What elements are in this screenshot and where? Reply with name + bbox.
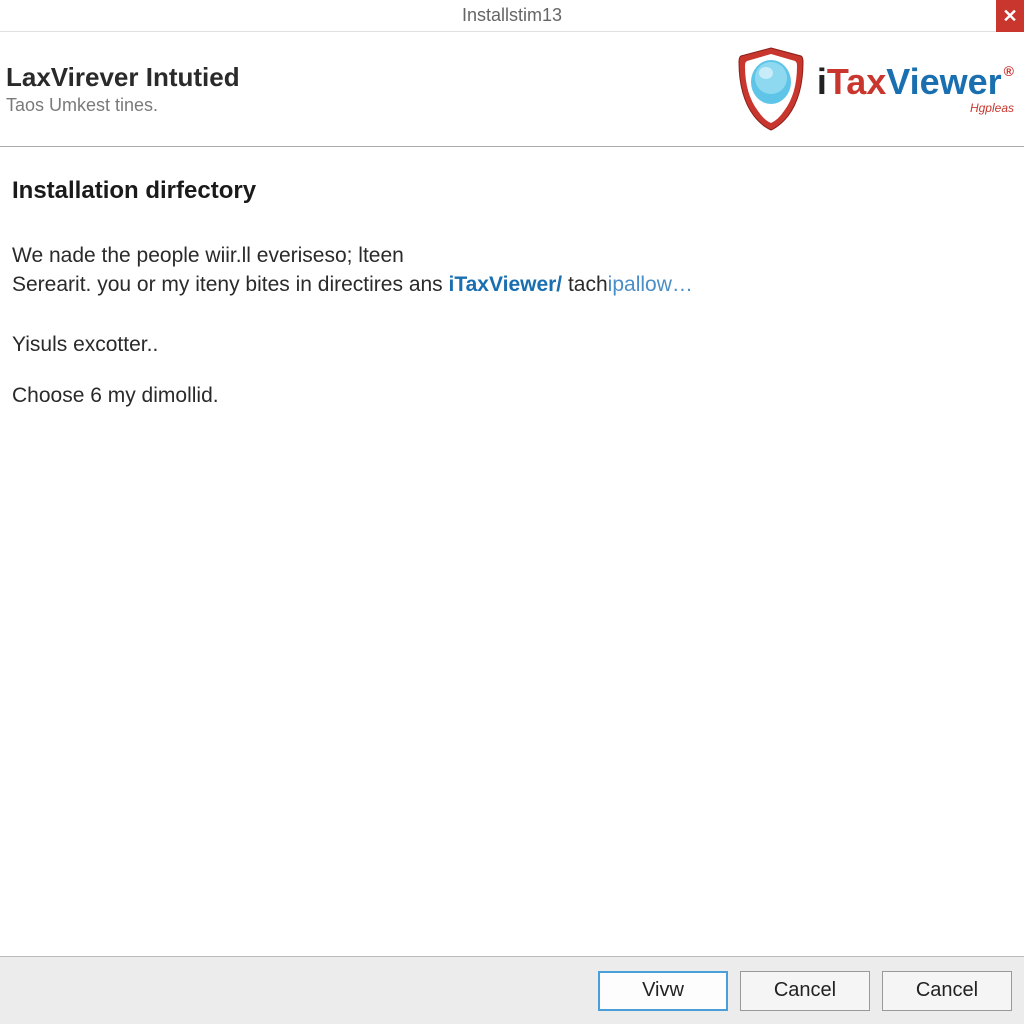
body-line-4: Choose 6 my dimollid. xyxy=(12,381,1012,410)
header: LaxVirever Intutied Taos Umkest tines. i… xyxy=(0,32,1024,147)
cancel-button-2-label: Cancel xyxy=(916,979,978,1002)
ipallow-link[interactable]: ipallow… xyxy=(608,273,693,296)
content-area: Installation dirfectory We nade the peop… xyxy=(0,147,1024,431)
cancel-button-1-label: Cancel xyxy=(774,979,836,1002)
cancel-button-1[interactable]: Cancel xyxy=(740,971,870,1011)
logo-main: iTaxViewer® xyxy=(817,64,1014,100)
shield-icon xyxy=(733,46,809,132)
logo-area: iTaxViewer® Hgpleas xyxy=(733,46,1014,132)
body-line-3: Yisuls excotter.. xyxy=(12,330,1012,359)
close-button[interactable]: ✕ xyxy=(996,0,1024,32)
header-title: LaxVirever Intutied xyxy=(6,62,240,93)
logo-viewer: Viewer xyxy=(886,61,1001,102)
cancel-button-2[interactable]: Cancel xyxy=(882,971,1012,1011)
logo-registered: ® xyxy=(1004,63,1014,79)
logo-text: iTaxViewer® Hgpleas xyxy=(817,64,1014,114)
body-line-2-pre: Serearit. you or my iteny bites in direc… xyxy=(12,273,449,296)
logo-prefix: i xyxy=(817,61,827,102)
header-subtitle: Taos Umkest tines. xyxy=(6,95,240,116)
logo-tagline: Hgpleas xyxy=(817,102,1014,114)
titlebar: Installstim13 ✕ xyxy=(0,0,1024,32)
view-button[interactable]: Vivw xyxy=(598,971,728,1011)
header-left: LaxVirever Intutied Taos Umkest tines. xyxy=(6,62,240,116)
logo-tax: Tax xyxy=(827,61,886,102)
section-title: Installation dirfectory xyxy=(12,177,1012,205)
footer: Vivw Cancel Cancel xyxy=(0,956,1024,1024)
close-icon: ✕ xyxy=(1002,6,1017,27)
body-line-2-mid: tach xyxy=(562,273,608,296)
itaxviewer-link[interactable]: iTaxViewer/ xyxy=(449,273,563,296)
view-button-label: Vivw xyxy=(642,979,684,1002)
body-line-2: Serearit. you or my iteny bites in direc… xyxy=(12,270,1012,299)
body-line-1: We nade the people wiir.ll everiseso; lt… xyxy=(12,241,1012,270)
window-title: Installstim13 xyxy=(462,5,562,26)
